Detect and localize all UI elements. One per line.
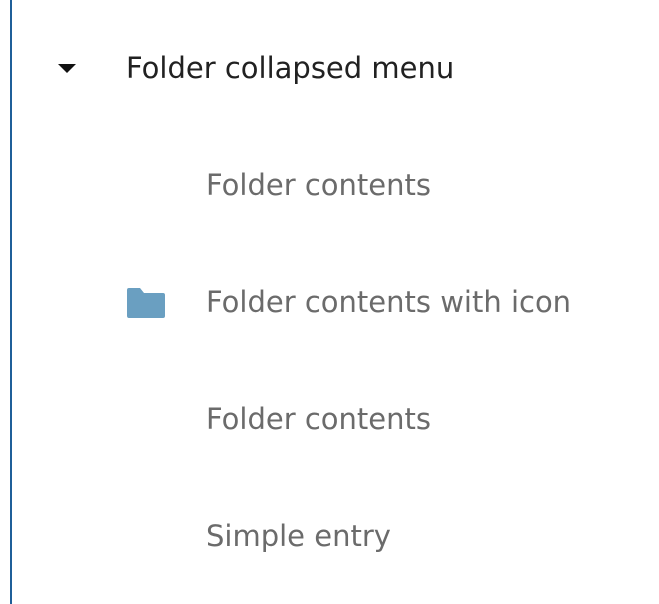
menu-item-label: Simple entry xyxy=(206,519,391,553)
menu-item-folder-contents[interactable]: Folder contents xyxy=(0,155,659,215)
menu-item-folder-contents-2[interactable]: Folder contents xyxy=(0,389,659,449)
menu-item-simple-entry[interactable]: Simple entry xyxy=(0,506,659,566)
caret-down-icon[interactable] xyxy=(58,64,76,73)
folder-collapsed-menu-header[interactable]: Folder collapsed menu xyxy=(0,38,659,98)
folder-label: Folder collapsed menu xyxy=(126,51,455,85)
menu-item-label: Folder contents xyxy=(206,168,431,202)
side-menu: Folder collapsed menu Folder contents Fo… xyxy=(0,0,659,604)
menu-item-label: Folder contents with icon xyxy=(206,285,572,319)
folder-icon xyxy=(127,288,165,318)
menu-item-folder-contents-with-icon[interactable]: Folder contents with icon xyxy=(0,272,659,332)
menu-item-label: Folder contents xyxy=(206,402,431,436)
